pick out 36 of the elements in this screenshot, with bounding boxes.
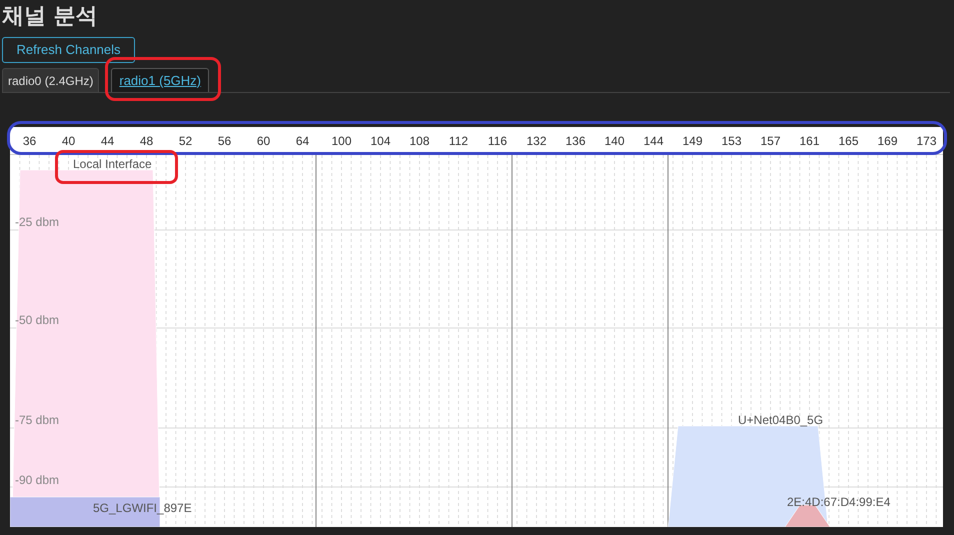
network-label: Local Interface — [73, 157, 152, 171]
channel-label: 104 — [369, 133, 392, 150]
channel-label: 153 — [720, 133, 743, 150]
radio-tab[interactable]: radio1 (5GHz) — [111, 68, 210, 92]
channel-label: 48 — [138, 133, 154, 150]
channel-label: 157 — [759, 133, 782, 150]
network-label: U+Net04B0_5G — [738, 413, 824, 427]
channel-label: 60 — [256, 133, 272, 150]
channel-label: 36 — [22, 133, 38, 150]
channel-label: 144 — [642, 133, 665, 150]
channel-label: 64 — [294, 133, 310, 150]
radio-tab[interactable]: radio0 (2.4GHz) — [2, 68, 100, 92]
dbm-label: -25 dbm — [15, 215, 60, 229]
channel-label: 44 — [100, 133, 116, 150]
channel-label: 149 — [681, 133, 704, 150]
channel-label: 140 — [603, 133, 626, 150]
channel-label: 136 — [564, 133, 587, 150]
channel-label: 161 — [798, 133, 821, 150]
network-label: 5G_LGWIFI_897E — [93, 501, 192, 515]
channel-label: 100 — [330, 133, 353, 150]
channel-label: 112 — [448, 133, 470, 150]
channel-label: 108 — [408, 133, 431, 150]
channel-label: 173 — [915, 133, 938, 150]
channel-label: 56 — [216, 133, 232, 150]
channel-label: 165 — [837, 133, 860, 150]
channel-label: 52 — [178, 133, 194, 150]
network-label: 2E:4D:67:D4:99:E4 — [787, 495, 890, 509]
page-title: 채널 분석 — [2, 3, 98, 31]
channel-label: 116 — [486, 133, 508, 150]
channel-label: 132 — [525, 133, 548, 150]
refresh-channels-button[interactable]: Refresh Channels — [2, 37, 135, 63]
dbm-label: -50 dbm — [15, 313, 60, 327]
dbm-label: -75 dbm — [15, 413, 60, 427]
channel-label: 40 — [60, 133, 76, 150]
dbm-label: -90 dbm — [15, 473, 60, 487]
channel-label: 169 — [876, 133, 899, 150]
